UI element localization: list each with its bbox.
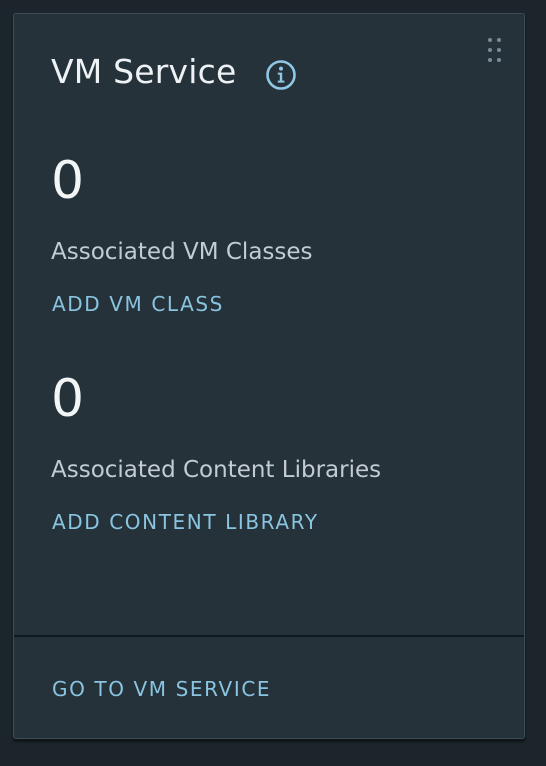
- content-libraries-count: 0: [51, 369, 85, 429]
- go-to-vm-service-link[interactable]: GO TO VM SERVICE: [52, 676, 271, 702]
- vm-service-card: VM Service 0 Associated VM Classes ADD V…: [13, 13, 525, 739]
- content-libraries-label: Associated Content Libraries: [51, 457, 382, 483]
- drag-handle-icon[interactable]: [488, 38, 502, 64]
- vm-classes-count: 0: [51, 151, 85, 211]
- card-title: VM Service: [51, 52, 237, 91]
- add-vm-class-link[interactable]: ADD VM CLASS: [52, 291, 224, 317]
- add-content-library-link[interactable]: ADD CONTENT LIBRARY: [52, 509, 319, 535]
- vm-classes-label: Associated VM Classes: [51, 239, 313, 265]
- info-icon[interactable]: [265, 59, 297, 91]
- footer-divider: [14, 635, 524, 637]
